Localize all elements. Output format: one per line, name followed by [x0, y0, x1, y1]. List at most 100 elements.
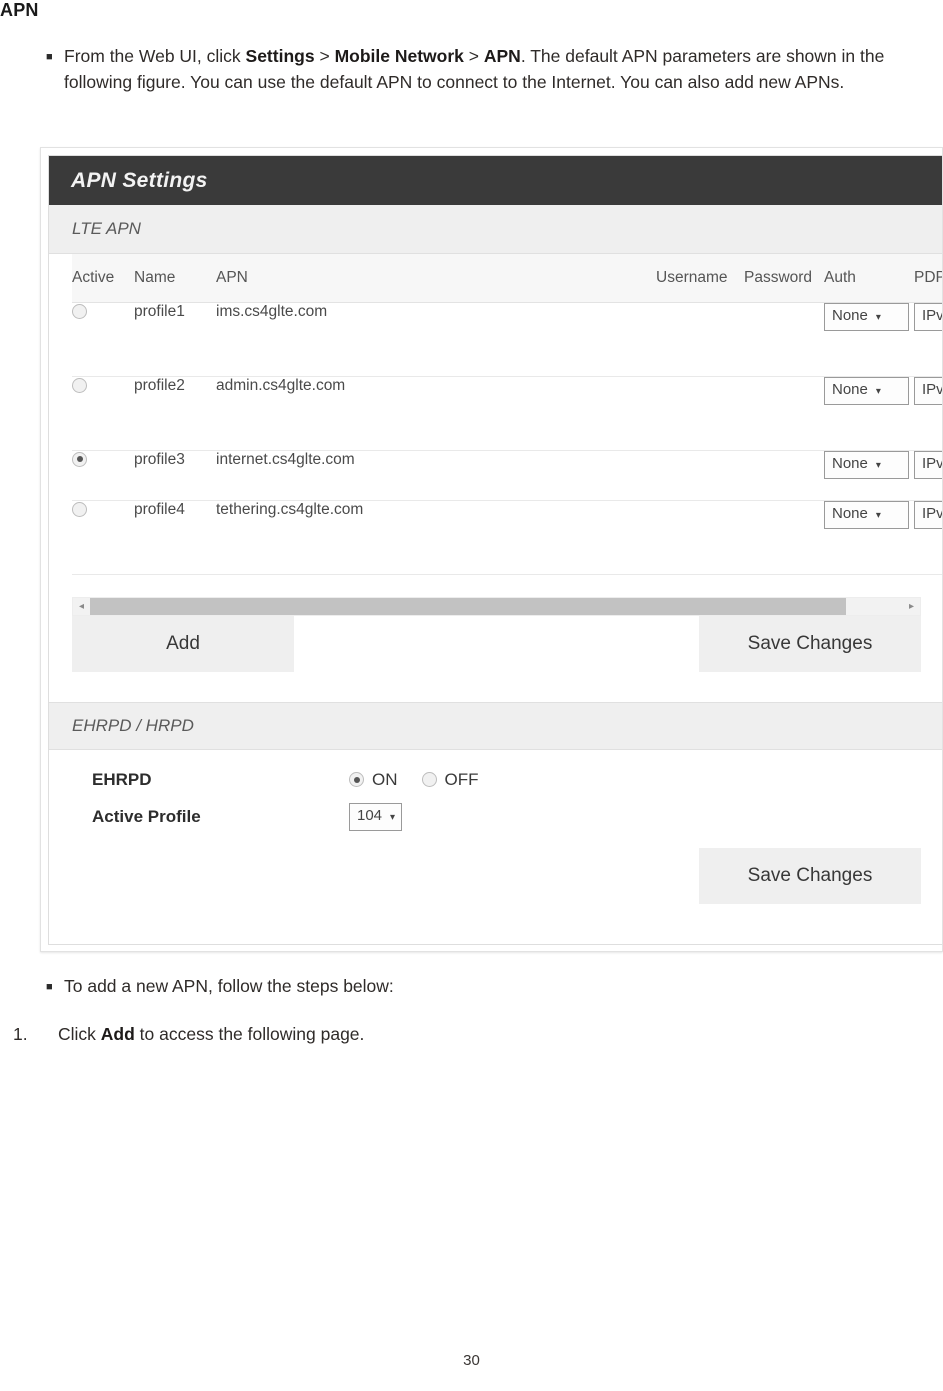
auth-select-profile3[interactable]: None ▾: [824, 450, 909, 479]
ehrpd-on-label: ON: [372, 769, 398, 789]
pdp-type-select-value: IPv4v6: [922, 306, 943, 324]
lte-apn-section-label: LTE APN: [72, 219, 141, 238]
radio-active-profile1[interactable]: [72, 303, 87, 319]
column-header-name: Name: [134, 254, 216, 303]
cell-username: [656, 500, 744, 575]
radio-ehrpd-on[interactable]: [349, 772, 364, 787]
cell-active: [72, 302, 134, 377]
pdp-type-select-profile4[interactable]: IPv4v6▾: [914, 500, 943, 529]
active-profile-select-value: 104: [357, 806, 383, 824]
ehrpd-on-option[interactable]: ON: [349, 770, 398, 790]
ehrpd-off-option[interactable]: OFF: [421, 769, 479, 790]
chevron-down-icon: ▾: [875, 509, 881, 521]
scrollbar-track[interactable]: [90, 597, 903, 615]
cell-username: [656, 376, 744, 451]
chevron-down-icon: ▾: [875, 459, 881, 471]
radio-ehrpd-off[interactable]: [421, 772, 437, 787]
add-button[interactable]: Add: [72, 615, 294, 672]
table-row: profile3 internet.cs4glte.com None ▾ IPv4…: [72, 450, 943, 501]
chevron-down-icon: ▾: [390, 811, 396, 823]
pdp-type-select-value: IPv4v6: [922, 504, 943, 522]
apn-settings-screenshot: APN Settings LTE APN Active Name APN Use…: [40, 147, 943, 952]
table-row: profile2 admin.cs4glte.com None ▾ IPv4v6▾…: [72, 376, 943, 451]
save-changes-button-ehrpd[interactable]: Save Changes: [699, 847, 921, 904]
radio-active-profile4[interactable]: [72, 501, 87, 517]
cell-spacer: [431, 500, 656, 575]
cell-active: [72, 376, 134, 451]
column-header-apn: APN: [216, 254, 431, 303]
active-profile-label: Active Profile: [92, 806, 201, 826]
bullet-item-2: ■ To add a new APN, follow the steps bel…: [40, 974, 943, 1000]
pdp-type-select-profile2[interactable]: IPv4v6▾: [914, 376, 943, 405]
column-header-spacer: [431, 254, 656, 303]
cell-username: [656, 450, 744, 501]
active-profile-row: Active Profile 104 ▾: [72, 802, 921, 831]
pdp-type-select-value: IPv4v6: [922, 454, 943, 472]
apn-settings-panel: APN Settings LTE APN Active Name APN Use…: [48, 155, 943, 945]
cell-auth: None ▾: [824, 450, 914, 501]
ehrpd-section-header: EHRPD / HRPD: [49, 701, 942, 750]
pdp-type-select-profile1[interactable]: IPv4v6▾: [914, 302, 943, 331]
step-number: 1.: [13, 1024, 28, 1044]
chevron-down-icon: ▾: [875, 311, 881, 323]
ehrpd-toggle-row: EHRPD ON OFF: [72, 770, 921, 790]
cell-name: profile4: [134, 500, 216, 575]
cell-active: [72, 450, 134, 501]
radio-active-profile2[interactable]: [72, 377, 87, 393]
pdp-type-select-profile3[interactable]: IPv4v6▾: [914, 450, 943, 479]
page-title: APN: [0, 0, 39, 20]
cell-apn: tethering.cs4glte.com: [216, 500, 431, 575]
pdp-type-select-value: IPv4v6: [922, 380, 943, 398]
cell-spacer: [431, 376, 656, 451]
cell-name: profile1: [134, 302, 216, 377]
step-item-1-text: Click Add to access the following page.: [58, 1024, 365, 1044]
apn-table-scroll-viewport: Active Name APN Username Password Auth P…: [49, 254, 943, 575]
scroll-right-arrow-icon[interactable]: ▸: [903, 598, 920, 615]
auth-select-profile2[interactable]: None ▾: [824, 376, 909, 405]
scroll-left-arrow-icon[interactable]: ◂: [73, 598, 90, 615]
cell-auth: None ▾: [824, 302, 914, 377]
column-header-password: Password: [744, 254, 824, 303]
cell-spacer: [431, 302, 656, 377]
apn-table-header-row: Active Name APN Username Password Auth P…: [72, 254, 942, 303]
cell-apn: internet.cs4glte.com: [216, 450, 431, 501]
apn-table-horizontal-scrollbar[interactable]: ◂ ▸: [72, 596, 921, 616]
bullet-marker-icon: ■: [46, 51, 53, 63]
step-item-1: 1. Click Add to access the following pag…: [13, 1022, 943, 1048]
scrollbar-thumb[interactable]: [90, 597, 847, 615]
table-row: profile1 ims.cs4glte.com None▾ IPv4v6▾ E…: [72, 302, 943, 377]
auth-select-profile4[interactable]: None ▾: [824, 500, 909, 529]
column-header-active: Active: [72, 254, 134, 303]
active-profile-select[interactable]: 104 ▾: [349, 802, 403, 831]
cell-password: [744, 500, 824, 575]
panel-titlebar: APN Settings: [49, 156, 942, 205]
lte-apn-section-header: LTE APN: [49, 205, 942, 254]
ehrpd-form: EHRPD ON OFF Active Profile 104 ▾ Save Ch…: [49, 750, 942, 916]
radio-active-profile3[interactable]: [72, 451, 87, 467]
cell-pdp-type: IPv4v6▾: [914, 302, 943, 377]
save-changes-button-lte[interactable]: Save Changes: [699, 615, 921, 672]
cell-name: profile2: [134, 376, 216, 451]
ehrpd-off-label: OFF: [444, 769, 479, 789]
cell-pdp-type: IPv4v6▾: [914, 450, 943, 501]
page-number: 30: [463, 1352, 480, 1369]
auth-select-value: None: [832, 380, 868, 398]
cell-name: profile3: [134, 450, 216, 501]
cell-password: [744, 450, 824, 501]
cell-username: [656, 302, 744, 377]
chevron-down-icon: ▾: [875, 385, 881, 397]
cell-spacer: [431, 450, 656, 501]
column-header-username: Username: [656, 254, 744, 303]
table-row: profile4 tethering.cs4glte.com None ▾ IPv…: [72, 500, 943, 575]
auth-select-value: None: [832, 504, 868, 522]
apn-table: Active Name APN Username Password Auth P…: [72, 254, 943, 575]
ehrpd-section-label: EHRPD / HRPD: [72, 715, 194, 735]
column-header-pdp-type: PDP Type: [914, 254, 942, 303]
cell-password: [744, 302, 824, 377]
cell-password: [744, 376, 824, 451]
panel-title: APN Settings: [71, 168, 208, 192]
auth-select-profile1[interactable]: None ▾: [824, 302, 909, 331]
auth-select-value: None: [832, 306, 868, 324]
column-header-auth: Auth: [824, 254, 914, 303]
bullet-item-1-text: From the Web UI, click Settings > Mobile…: [64, 46, 885, 92]
